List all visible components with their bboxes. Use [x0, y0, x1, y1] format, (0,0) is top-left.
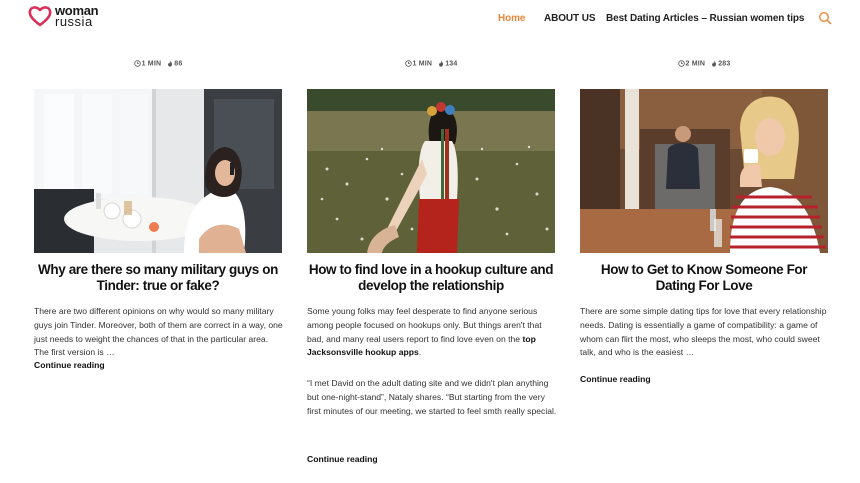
fire-icon [168, 60, 173, 67]
nav-home[interactable]: Home [498, 13, 525, 24]
clock-icon [677, 60, 685, 67]
continue-reading-link[interactable]: Continue reading [34, 360, 105, 370]
post-thumbnail[interactable] [34, 89, 282, 253]
nav-about-us[interactable]: ABOUT US [544, 13, 596, 24]
read-time: 1 MIN [141, 60, 162, 68]
post-excerpt: Some young folks may feel desperate to f… [307, 305, 557, 360]
post-quote: “I met David on the adult dating site an… [307, 378, 557, 416]
continue-reading-link[interactable]: Continue reading [307, 454, 378, 464]
fire-icon [439, 60, 444, 67]
view-count: 283 [718, 60, 731, 68]
clock-icon [133, 60, 141, 67]
main-nav: Home ABOUT US Best Dating Articles – Rus… [0, 13, 860, 27]
post-excerpt: There are two different opinions on why … [34, 306, 283, 358]
continue-reading-link[interactable]: Continue reading [580, 374, 651, 384]
read-time: 2 MIN [685, 60, 706, 68]
post-title[interactable]: How to Get to Know Someone For Dating Fo… [580, 262, 828, 294]
site-header: woman russia Home ABOUT US Best Dating A… [0, 0, 860, 40]
post-meta: 1 MIN 86 [34, 60, 282, 68]
search-icon[interactable] [818, 11, 832, 25]
view-count: 86 [174, 60, 183, 68]
post-thumbnail[interactable] [307, 89, 555, 253]
view-count: 134 [445, 60, 458, 68]
read-time: 1 MIN [412, 60, 433, 68]
post-title[interactable]: How to find love in a hookup culture and… [307, 262, 555, 294]
post-meta: 2 MIN 283 [580, 60, 828, 68]
nav-best-dating-articles[interactable]: Best Dating Articles – Russian women tip… [606, 13, 804, 24]
fire-icon [712, 60, 717, 67]
excerpt-text: Some young folks may feel desperate to f… [307, 306, 542, 344]
post-excerpt: There are some simple dating tips for lo… [580, 306, 827, 358]
post-image-woman-on-phone [34, 89, 282, 253]
clock-icon [404, 60, 412, 67]
excerpt-text-end: . [418, 347, 422, 358]
post-thumbnail[interactable] [580, 89, 828, 253]
post-meta: 1 MIN 134 [307, 60, 555, 68]
post-image-woman-in-cafe [580, 89, 828, 253]
post-image-woman-in-field [307, 89, 555, 253]
post-title[interactable]: Why are there so many military guys on T… [34, 262, 282, 294]
